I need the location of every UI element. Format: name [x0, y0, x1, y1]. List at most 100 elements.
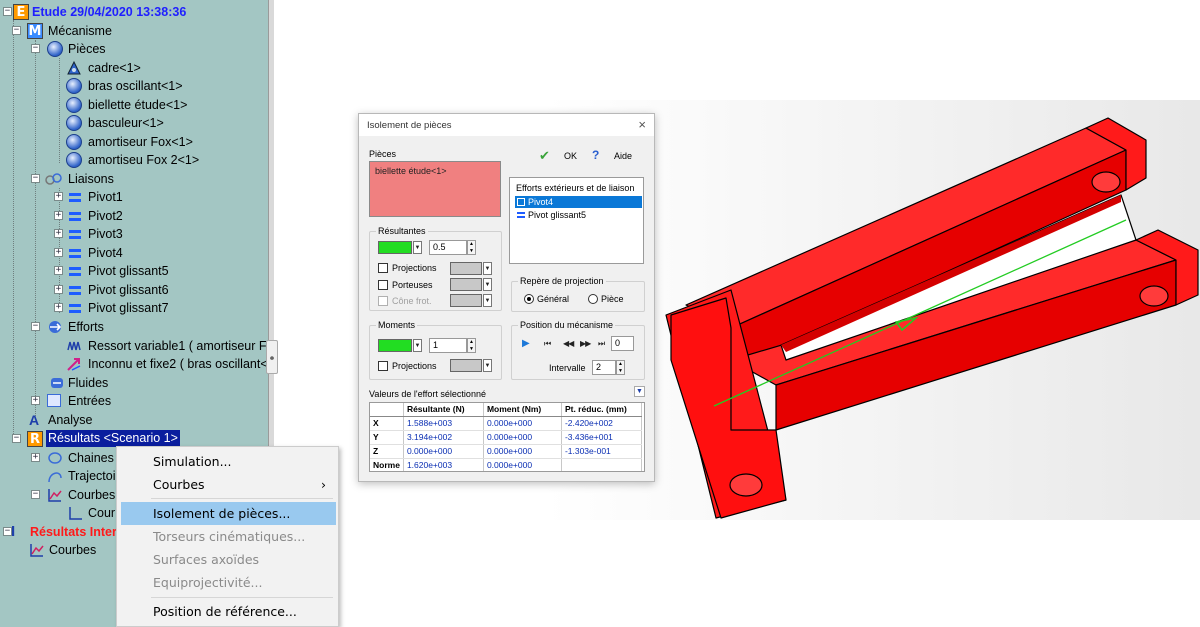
tree-item-effort[interactable]: Ressort variable1 ( amortiseur Fo: [0, 337, 268, 355]
chevron-down-icon[interactable]: ▼ [483, 294, 492, 307]
tree-item-effort[interactable]: Inconnu et fixe2 ( bras oscillant< [0, 355, 268, 373]
carriers-checkbox[interactable] [378, 280, 388, 290]
collapse-toggle[interactable]: − [3, 7, 12, 16]
position-input[interactable]: 0 [611, 336, 634, 351]
moment-scale-input[interactable]: 1 [429, 338, 467, 353]
play-icon[interactable]: ▶ [522, 338, 530, 349]
effort-label: Inconnu et fixe2 ( bras oscillant< [88, 357, 268, 371]
last-frame-icon[interactable]: ⏭ [598, 339, 605, 349]
moment-scale-spinner[interactable]: ▲ ▼ [467, 338, 476, 353]
tree-item-link[interactable]: + Pivot glissant5 [0, 262, 260, 280]
expand-toggle[interactable]: + [54, 266, 63, 275]
forward-icon[interactable]: ▶▶ [580, 339, 591, 348]
expand-toggle[interactable]: + [54, 303, 63, 312]
collapse-toggle[interactable]: − [31, 490, 40, 499]
moment-color-swatch[interactable] [378, 339, 412, 352]
tree-node-fluids[interactable]: Fluides [0, 374, 260, 392]
chevron-down-icon[interactable]: ▼ [413, 241, 422, 254]
effort-list-item[interactable]: Pivot glissant5 [515, 209, 642, 221]
tree-item-link[interactable]: + Pivot2 [0, 207, 260, 225]
tree-item-part[interactable]: cadre<1> [0, 59, 260, 77]
tree-item-part[interactable]: bras oscillant<1> [0, 77, 260, 95]
projections-color-swatch[interactable] [450, 262, 482, 275]
menu-item-axoid-surfaces[interactable]: Surfaces axoïdes [121, 548, 336, 571]
tree-node-links[interactable]: − Liaisons [0, 170, 260, 188]
menu-item-reference-position[interactable]: Position de référence... [121, 600, 336, 623]
resultant-color-swatch[interactable] [378, 241, 412, 254]
friction-cone-checkbox[interactable] [378, 296, 388, 306]
interval-spinner[interactable]: ▲ ▼ [616, 360, 625, 375]
part-label: bras oscillant<1> [88, 79, 183, 93]
tree-item-curve[interactable]: Cour [0, 504, 120, 522]
carriers-color-swatch[interactable] [450, 278, 482, 291]
menu-item-curves[interactable]: Courbes › [121, 473, 336, 496]
table-cell: 0.000e+000 [483, 444, 562, 459]
moment-projections-color-swatch[interactable] [450, 359, 482, 372]
expand-toggle[interactable]: + [31, 396, 40, 405]
interval-input[interactable]: 2 [592, 360, 616, 375]
expand-toggle[interactable]: + [31, 453, 40, 462]
tree-node-inter-results[interactable]: − I Résultats Inter [0, 523, 120, 541]
tree-item-link[interactable]: + Pivot glissant7 [0, 299, 260, 317]
tree-item-part[interactable]: biellette étude<1> [0, 96, 260, 114]
results-label: Résultats <Scenario 1> [46, 430, 180, 447]
tree-item-part[interactable]: amortiseur Fox<1> [0, 133, 260, 151]
tree-item-part[interactable]: amortiseu Fox 2<1> [0, 151, 260, 169]
chevron-down-icon[interactable]: ▼ [483, 278, 492, 291]
menu-item-simulation[interactable]: Simulation... [121, 450, 336, 473]
tree-item-part[interactable]: basculeur<1> [0, 114, 260, 132]
general-radio[interactable] [524, 294, 534, 304]
expand-toggle[interactable]: + [54, 285, 63, 294]
tree-item-curves[interactable]: − Courbes [0, 486, 120, 504]
tree-item-link[interactable]: + Pivot1 [0, 188, 260, 206]
tree-node-analysis[interactable]: A Analyse [0, 411, 260, 429]
tree-node-efforts[interactable]: − Efforts [0, 318, 260, 336]
chevron-down-icon[interactable]: ▼ [483, 359, 492, 372]
splitter-handle[interactable]: ⦁ [266, 340, 278, 374]
tree-node-inputs[interactable]: + Entrées [0, 392, 260, 410]
help-button[interactable]: Aide [614, 151, 632, 161]
tree-item-link[interactable]: + Pivot4 [0, 244, 260, 262]
dialog-titlebar[interactable]: Isolement de pièces × [359, 114, 654, 136]
rewind-icon[interactable]: ◀◀ [563, 339, 574, 348]
tree-item-link[interactable]: + Pivot3 [0, 225, 260, 243]
expand-toggle[interactable]: + [54, 229, 63, 238]
collapse-toggle[interactable]: − [12, 434, 21, 443]
menu-item-isolate-parts[interactable]: Isolement de pièces... [121, 502, 336, 525]
collapse-toggle[interactable]: − [31, 44, 40, 53]
friction-cone-color-swatch[interactable] [450, 294, 482, 307]
ok-button[interactable]: OK [564, 151, 577, 161]
collapse-values-icon[interactable]: ▼ [634, 386, 645, 397]
menu-item-kinematic-torsors[interactable]: Torseurs cinématiques... [121, 525, 336, 548]
first-frame-icon[interactable]: ⏮ [544, 339, 551, 349]
menu-item-equiprojectivity[interactable]: Equiprojectivité... [121, 571, 336, 594]
selected-piece[interactable]: biellette étude<1> [375, 166, 447, 176]
chevron-down-icon[interactable]: ▼ [413, 339, 422, 352]
tree-item-link[interactable]: + Pivot glissant6 [0, 281, 260, 299]
tree-node-study[interactable]: − E Etude 29/04/2020 13:38:36 [0, 3, 260, 21]
expand-toggle[interactable]: + [54, 211, 63, 220]
collapse-toggle[interactable]: − [31, 174, 40, 183]
tree-node-mechanism[interactable]: − M Mécanisme [0, 22, 260, 40]
efforts-listbox[interactable]: Efforts extérieurs et de liaison Pivot4 … [509, 177, 644, 264]
pivot-icon [517, 198, 525, 206]
tree-item-trajectories[interactable]: Trajectoi [0, 467, 120, 485]
tree-node-parts[interactable]: − Pièces [0, 40, 260, 58]
tree-item-chains[interactable]: + Chaines [0, 449, 120, 467]
table-cell: -2.420e+002 [561, 416, 642, 431]
tree-item-inter-curves[interactable]: Courbes [0, 541, 120, 559]
chevron-down-icon[interactable]: ▼ [483, 262, 492, 275]
expand-toggle[interactable]: + [54, 248, 63, 257]
projections-checkbox[interactable] [378, 263, 388, 273]
resultant-scale-spinner[interactable]: ▲ ▼ [467, 240, 476, 255]
effort-list-item-selected[interactable]: Pivot4 [515, 196, 642, 208]
close-icon[interactable]: × [638, 117, 646, 132]
pieces-listbox[interactable]: biellette étude<1> [369, 161, 501, 217]
resultant-scale-input[interactable]: 0.5 [429, 240, 467, 255]
collapse-toggle[interactable]: − [31, 322, 40, 331]
part-icon [66, 134, 82, 150]
collapse-toggle[interactable]: − [12, 26, 21, 35]
moment-projections-checkbox[interactable] [378, 361, 388, 371]
piece-radio[interactable] [588, 294, 598, 304]
expand-toggle[interactable]: + [54, 192, 63, 201]
